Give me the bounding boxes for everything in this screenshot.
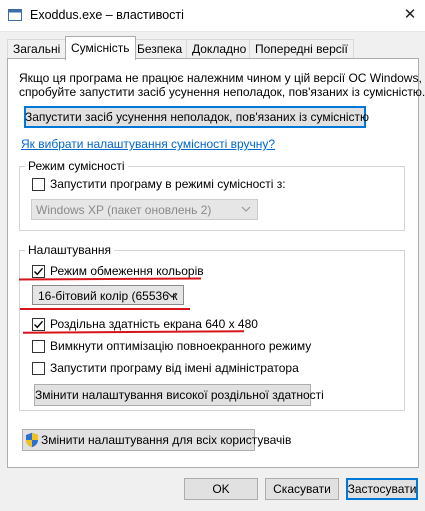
checkmark-icon [34, 320, 44, 329]
os-version-select[interactable]: Windows XP (пакет оновлень 2) [31, 199, 258, 220]
compat-mode-label[interactable]: Запустити програму в режимі сумісності з… [50, 177, 286, 191]
ok-button[interactable]: OK [184, 478, 258, 500]
tab-general[interactable]: Загальні [7, 39, 67, 59]
run-admin-checkbox[interactable] [32, 362, 45, 375]
tab-details[interactable]: Докладно [186, 39, 253, 59]
title-bar: Exoddus.exe – властивості ✕ [0, 0, 425, 32]
settings-legend: Налаштування [25, 243, 114, 257]
tab-security[interactable]: Безпека [131, 39, 189, 59]
window-title: Exoddus.exe – властивості [30, 8, 184, 22]
app-window-icon [8, 8, 22, 22]
checkmark-icon [34, 267, 44, 276]
change-all-users-label: Змінити налаштування для всіх користувач… [41, 433, 292, 447]
tab-previous-versions[interactable]: Попередні версії [249, 39, 354, 59]
res-640-checkbox[interactable] [32, 318, 45, 331]
intro-line-2: спробуйте запустити засіб усунення непол… [19, 85, 425, 99]
reduced-color-label[interactable]: Режим обмеження кольорів [50, 264, 204, 278]
compatibility-panel: Якщо ця програма не працює належним чино… [7, 58, 425, 468]
chevron-down-icon [241, 200, 251, 222]
chevron-down-icon [167, 286, 177, 307]
fullscreen-opt-checkbox[interactable] [32, 340, 45, 353]
annotation-underline-2 [20, 308, 190, 310]
reduced-color-checkbox[interactable] [32, 265, 45, 278]
close-icon[interactable]: ✕ [398, 4, 422, 26]
os-version-value: Windows XP (пакет оновлень 2) [36, 203, 212, 217]
run-admin-label[interactable]: Запустити програму від імені адміністрат… [50, 361, 299, 375]
intro-line-1: Якщо ця програма не працює належним чино… [19, 71, 422, 85]
run-troubleshooter-button[interactable]: Запустити засіб усунення неполадок, пов'… [24, 106, 369, 128]
apply-button[interactable]: Застосувати [346, 478, 418, 500]
color-depth-select[interactable]: 16-бітовий колір (65536 к [32, 285, 184, 305]
manual-settings-link[interactable]: Як вибрати налаштування сумісності вручн… [21, 137, 275, 151]
compat-mode-checkbox[interactable] [32, 178, 45, 191]
change-all-users-button[interactable]: Змінити налаштування для всіх користувач… [22, 429, 291, 454]
res-640-label[interactable]: Роздільна здатність екрана 640 x 480 [50, 317, 258, 331]
tab-compatibility[interactable]: Сумісність [65, 36, 136, 60]
high-dpi-settings-button[interactable]: Змінити налаштування високої роздільної … [34, 384, 324, 406]
cancel-button[interactable]: Скасувати [265, 478, 339, 500]
fullscreen-opt-label[interactable]: Вимкнути оптимізацію повноекранного режи… [50, 339, 311, 353]
shield-icon [25, 432, 39, 454]
color-depth-value: 16-бітовий колір (65536 к [38, 289, 178, 303]
compat-mode-legend: Режим сумісності [25, 159, 128, 173]
